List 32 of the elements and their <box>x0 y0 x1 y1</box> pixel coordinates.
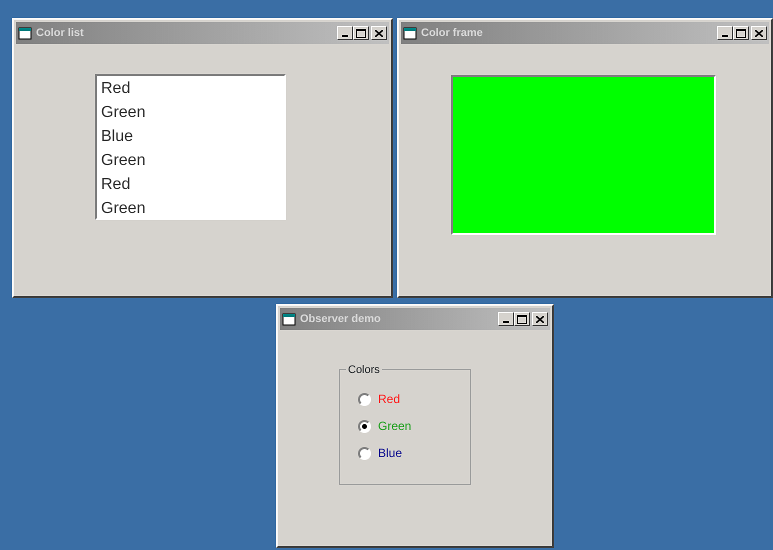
close-icon <box>755 30 763 36</box>
radio-button[interactable] <box>358 446 371 460</box>
radio-button[interactable] <box>358 392 371 406</box>
list-item[interactable]: Blue <box>101 125 280 149</box>
radio-label[interactable]: Blue <box>378 444 402 462</box>
maximize-button[interactable] <box>514 312 530 326</box>
maximize-icon <box>736 28 746 38</box>
window-title: Color list <box>36 26 85 41</box>
maximize-button[interactable] <box>733 26 749 40</box>
list-item[interactable]: Green <box>101 101 280 125</box>
close-button[interactable] <box>532 312 548 326</box>
list-item[interactable]: Green <box>101 197 280 221</box>
app-icon <box>403 26 417 40</box>
close-icon <box>375 30 383 36</box>
minimize-button[interactable] <box>498 312 514 326</box>
minimize-button[interactable] <box>337 26 353 40</box>
list-box[interactable]: Red Green Blue Green Red Green <box>95 74 286 220</box>
close-button[interactable] <box>371 26 387 40</box>
minimize-button[interactable] <box>717 26 733 40</box>
radio-button[interactable] <box>358 420 371 432</box>
close-button[interactable] <box>751 26 767 40</box>
maximize-button[interactable] <box>353 26 369 40</box>
window-title: Color frame <box>421 26 484 41</box>
maximize-icon <box>517 314 527 324</box>
close-icon <box>536 316 544 322</box>
list-item[interactable]: Red <box>101 173 280 197</box>
list-item[interactable]: Red <box>101 77 280 101</box>
app-icon <box>282 312 296 326</box>
maximize-icon <box>356 28 366 38</box>
app-icon <box>18 26 32 40</box>
list-item[interactable]: Green <box>101 149 280 173</box>
window-title: Observer demo <box>300 312 382 327</box>
